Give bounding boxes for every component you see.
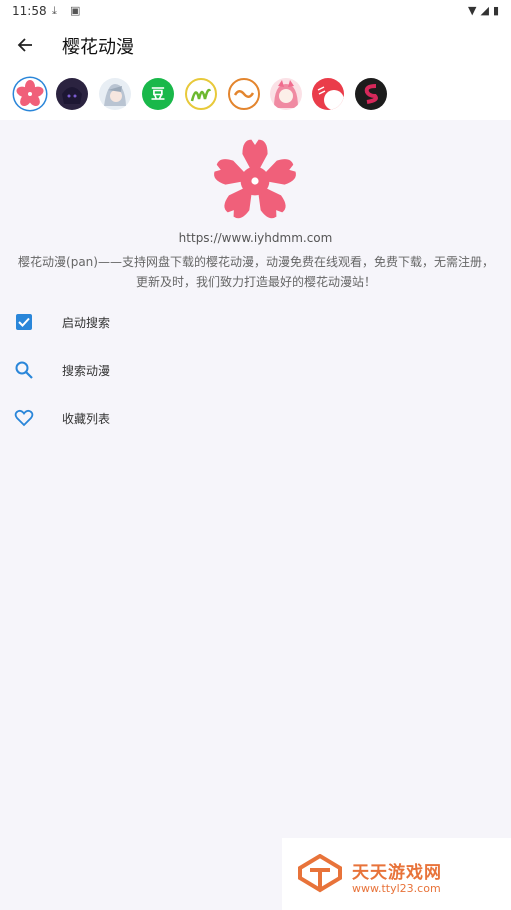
menu-item-start-search[interactable]: 启动搜索 xyxy=(0,300,511,344)
red-circle-source-icon[interactable] xyxy=(312,78,344,110)
menu-item-label: 搜索动漫 xyxy=(62,364,111,378)
app-bar: 樱花动漫 xyxy=(0,22,511,70)
back-arrow-icon xyxy=(17,38,32,52)
wifi-icon: ▼ xyxy=(468,4,477,17)
s-logo-source-icon[interactable] xyxy=(355,78,387,110)
sakura-logo xyxy=(214,139,296,219)
search-icon xyxy=(15,361,33,379)
watermark-url: www.ttyl23.com xyxy=(352,882,441,895)
menu-item-label: 收藏列表 xyxy=(62,412,111,426)
back-button[interactable] xyxy=(12,32,38,58)
checkbox-icon xyxy=(16,314,32,330)
menu-item-search-anime[interactable]: 搜索动漫 xyxy=(0,348,511,392)
douban-glyph: 豆 xyxy=(151,87,165,103)
main-content: https://www.iyhdmm.com 樱花动漫(pan)——支持网盘下载… xyxy=(0,120,511,910)
status-bar: 11:58 ⤓ ▣ ▼ ◢ ▮ xyxy=(0,0,511,22)
m-logo-source-icon[interactable] xyxy=(185,78,217,110)
wave-logo-source-icon[interactable] xyxy=(228,78,260,110)
heart-icon xyxy=(14,409,34,427)
battery-icon: ▮ xyxy=(492,4,499,17)
douban-source-icon[interactable]: 豆 xyxy=(142,78,174,110)
watermark-logo xyxy=(298,854,342,893)
site-url: https://www.iyhdmm.com xyxy=(178,231,333,245)
watermark-name: 天天游戏网 xyxy=(352,863,442,883)
site-description: 樱花动漫(pan)——支持网盘下载的樱花动漫，动漫免费在线观看，免费下载，无需注… xyxy=(18,255,494,289)
page-title: 樱花动漫 xyxy=(62,37,134,58)
status-time: 11:58 xyxy=(12,4,47,18)
download-icon: ⤓ xyxy=(52,4,57,17)
menu-item-favorites[interactable]: 收藏列表 xyxy=(0,396,511,440)
signal-icon: ◢ xyxy=(480,4,489,17)
watermark: 天天游戏网 www.ttyl23.com xyxy=(282,838,511,910)
menu-item-label: 启动搜索 xyxy=(62,316,111,330)
source-icon-strip: 豆 xyxy=(0,70,511,120)
anime-girl-source-icon[interactable] xyxy=(56,78,88,110)
pink-hair-source-icon[interactable] xyxy=(270,78,302,110)
notification-icon: ▣ xyxy=(70,4,81,17)
sakura-source-icon[interactable] xyxy=(14,78,46,110)
silver-hair-source-icon[interactable] xyxy=(99,78,131,110)
